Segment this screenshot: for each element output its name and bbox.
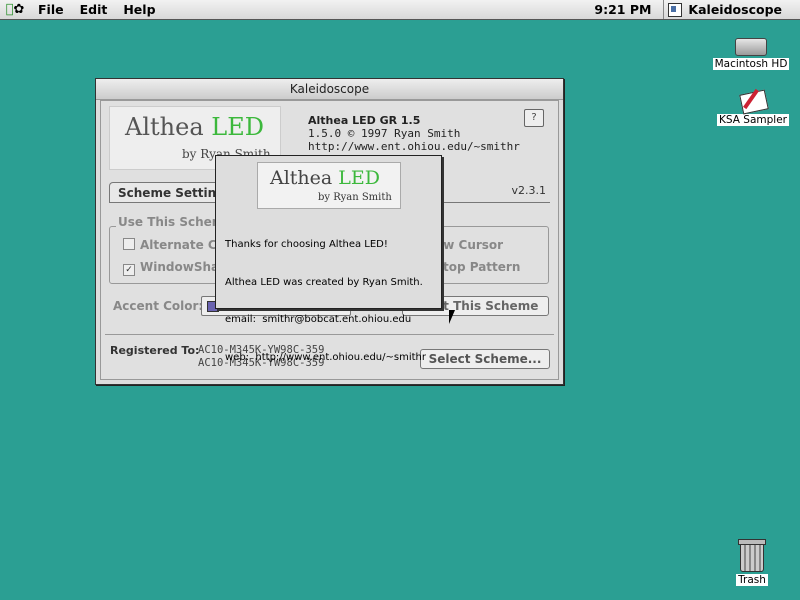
about-logo: Althea LED by Ryan Smith: [257, 162, 401, 209]
application-menu[interactable]: Kaleidoscope: [663, 0, 800, 19]
desktop-icon-macintosh-hd[interactable]: Macintosh HD: [711, 38, 791, 70]
option-cursor[interactable]: ow Cursor: [435, 238, 503, 252]
alternate-checkbox[interactable]: Alternate C: [123, 238, 217, 252]
logo-accent-text: LED: [211, 113, 264, 141]
scheme-info: Althea LED GR 1.5 1.5.0 © 1997 Ryan Smit…: [308, 114, 520, 153]
window-title[interactable]: Kaleidoscope: [96, 79, 563, 100]
option-desktop-pattern[interactable]: ktop Pattern: [435, 260, 520, 274]
apple-menu-icon[interactable]: ✿: [0, 2, 30, 17]
kaleidoscope-app-icon: [668, 2, 683, 17]
menu-file[interactable]: File: [30, 2, 72, 17]
trash-icon: [738, 539, 766, 572]
checkbox-label: WindowSha: [140, 260, 220, 274]
desktop-icon-label: Macintosh HD: [712, 58, 790, 70]
about-logo-subtitle: by Ryan Smith: [318, 192, 392, 203]
clock[interactable]: 9:21 PM: [582, 2, 663, 17]
about-dialog[interactable]: Althea LED by Ryan Smith Thanks for choo…: [215, 155, 442, 363]
desktop-icon-ksa-sampler[interactable]: KSA Sampler: [713, 86, 793, 126]
version-label: v2.3.1: [511, 184, 547, 197]
mouse-cursor-icon: [449, 310, 455, 324]
checkbox-label: Alternate C: [140, 238, 217, 252]
menubar-right: 9:21 PM Kaleidoscope: [582, 0, 800, 19]
about-logo-main: Althea: [270, 167, 339, 189]
select-scheme-button[interactable]: Select Scheme...: [420, 349, 550, 369]
desktop-icon-label: Trash: [736, 574, 768, 586]
about-line: web: http://www.ent.ohiou.edu/~smithr: [225, 351, 426, 363]
about-text: Thanks for choosing Althea LED! Althea L…: [225, 214, 426, 389]
windowshade-checkbox[interactable]: ✓ WindowSha: [123, 260, 219, 276]
checkbox-box: [123, 238, 135, 250]
checkmark-icon: ✓: [123, 264, 135, 276]
scheme-url: http://www.ent.ohiou.edu/~smithr: [308, 140, 520, 153]
menu-help[interactable]: Help: [115, 2, 163, 17]
about-line: Thanks for choosing Althea LED!: [225, 239, 388, 250]
about-logo-accent: LED: [338, 167, 381, 189]
menu-bar: ✿ File Edit Help 9:21 PM Kaleidoscope: [0, 0, 800, 20]
about-line: email: smithr@bobcat.ent.ohiou.edu: [225, 314, 412, 325]
registered-to-label: Registered To:: [110, 344, 200, 357]
sampler-doc-icon: [739, 86, 769, 115]
hard-disk-icon: [735, 38, 767, 56]
scheme-copyright: 1.5.0 © 1997 Ryan Smith: [308, 127, 461, 140]
accent-color-label: Accent Color:: [113, 299, 204, 313]
desktop-icon-label: KSA Sampler: [717, 114, 789, 126]
desktop-icon-trash[interactable]: Trash: [712, 539, 792, 586]
help-button[interactable]: ?: [524, 109, 544, 127]
about-line: Althea LED was created by Ryan Smith.: [225, 276, 423, 288]
logo-main-text: Althea: [125, 113, 212, 141]
scheme-name: Althea LED GR 1.5: [308, 114, 421, 127]
menu-edit[interactable]: Edit: [72, 2, 116, 17]
application-menu-label: Kaleidoscope: [688, 2, 782, 17]
